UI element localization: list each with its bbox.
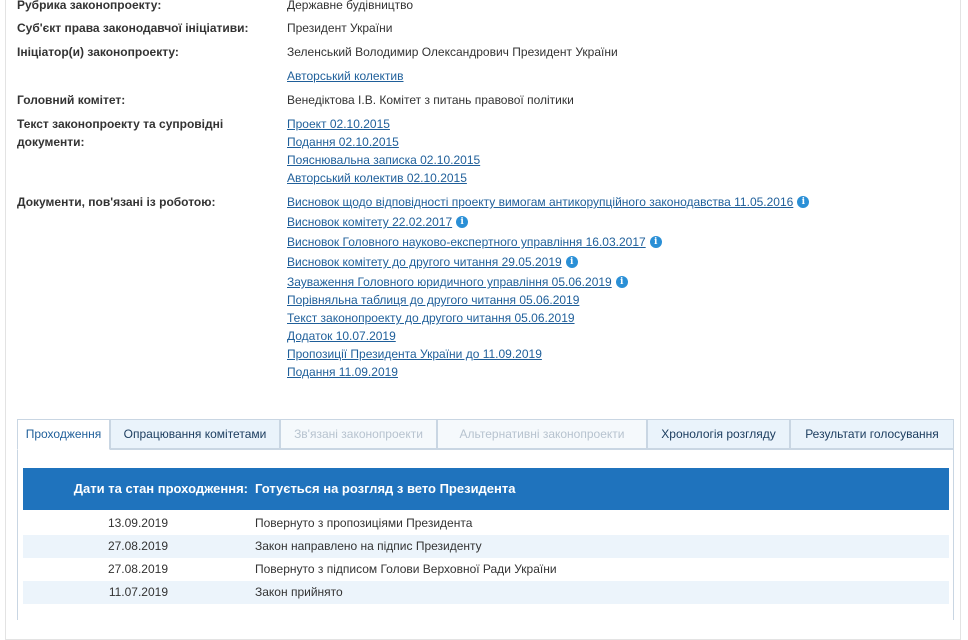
info-icon[interactable]: i xyxy=(649,236,662,248)
committee-label: Головний комітет: xyxy=(17,93,126,107)
text-doc-link[interactable]: Подання 02.10.2015 xyxy=(287,135,399,149)
related-doc-link[interactable]: Зауваження Головного юридичного управлін… xyxy=(287,275,612,289)
row-date: 13.09.2019 xyxy=(107,516,168,530)
rubric-value: Державне будівництво xyxy=(287,0,414,12)
tab-voting-results[interactable]: Результати голосування xyxy=(790,419,954,449)
table-row: 11.07.2019 Закон прийнято xyxy=(23,581,949,604)
texts-label: Текст законопроекту та супровідні докуме… xyxy=(17,115,267,151)
related-doc-link[interactable]: Текст законопроекту до другого читання 0… xyxy=(287,311,575,325)
docs-list: Висновок щодо відповідності проекту вимо… xyxy=(287,193,810,381)
table-row: 27.08.2019 Повернуто з підписом Голови В… xyxy=(23,558,949,581)
dates-header: Дати та стан проходження: xyxy=(73,481,248,496)
row-text: Повернуто з підписом Голови Верховної Ра… xyxy=(255,562,557,576)
status-header: Готується на розгляд з вето Президента xyxy=(255,481,516,496)
table-row: 27.08.2019 Закон направлено на підпис Пр… xyxy=(23,535,949,558)
subject-label: Суб'єкт права законодавчої ініціативи: xyxy=(17,21,249,35)
related-doc-link[interactable]: Висновок Головного науково-експертного у… xyxy=(287,235,646,249)
row-date: 27.08.2019 xyxy=(107,539,168,553)
table-row: 13.09.2019 Повернуто з пропозиціями През… xyxy=(23,512,949,535)
related-doc-link[interactable]: Подання 11.09.2019 xyxy=(287,365,398,379)
texts-list: Проект 02.10.2015 Подання 02.10.2015 Поя… xyxy=(287,115,480,187)
info-icon[interactable]: i xyxy=(565,256,578,268)
related-doc-link[interactable]: Висновок щодо відповідності проекту вимо… xyxy=(287,195,793,209)
docs-label: Документи, пов'язані із роботою: xyxy=(17,195,216,209)
texts-label-line2: документи: xyxy=(17,135,85,149)
committee-value: Венедіктова І.В. Комітет з питань правов… xyxy=(287,93,574,107)
initiator-value: Зеленський Володимир Олександрович Прези… xyxy=(287,45,618,59)
row-text: Закон направлено на підпис Президенту xyxy=(255,539,482,553)
related-doc-link[interactable]: Висновок комітету до другого читання 29.… xyxy=(287,255,562,269)
tab-chronology[interactable]: Хронологія розгляду xyxy=(647,419,790,449)
text-doc-link[interactable]: Проект 02.10.2015 xyxy=(287,117,390,131)
related-doc-link[interactable]: Порівняльна таблиця до другого читання 0… xyxy=(287,293,579,307)
row-date: 27.08.2019 xyxy=(107,562,168,576)
info-icon[interactable]: i xyxy=(797,196,810,208)
initiator-label: Ініціатор(и) законопроекту: xyxy=(17,45,179,59)
texts-label-line1: Текст законопроекту та супровідні xyxy=(17,117,224,131)
rubric-label: Рубрика законопроекту: xyxy=(17,0,162,12)
text-doc-link[interactable]: Авторський колектив 02.10.2015 xyxy=(287,171,467,185)
progress-table-header: Дати та стан проходження: Готується на р… xyxy=(23,468,949,510)
authors-link[interactable]: Авторський колектив xyxy=(287,67,404,85)
row-text: Закон прийнято xyxy=(255,585,343,599)
tab-bar: Проходження Опрацювання комітетами Зв'яз… xyxy=(17,419,954,450)
tab-committees[interactable]: Опрацювання комітетами xyxy=(110,419,280,449)
related-doc-link[interactable]: Додаток 10.07.2019 xyxy=(287,329,396,343)
row-text: Повернуто з пропозиціями Президента xyxy=(255,516,473,530)
info-icon[interactable]: i xyxy=(456,216,469,228)
related-doc-link[interactable]: Висновок комітету 22.02.2017 xyxy=(287,215,452,229)
related-doc-link[interactable]: Пропозиції Президента України до 11.09.2… xyxy=(287,347,542,361)
row-date: 11.07.2019 xyxy=(108,585,168,599)
tab-progress[interactable]: Проходження xyxy=(17,419,110,450)
text-doc-link[interactable]: Пояснювальна записка 02.10.2015 xyxy=(287,153,480,167)
subject-value: Президент України xyxy=(287,21,393,35)
tab-related-bills: Зв'язані законопроекти xyxy=(280,419,437,449)
tab-alternative-bills: Альтернативні законопроекти xyxy=(437,419,647,449)
info-icon[interactable]: i xyxy=(615,276,628,288)
